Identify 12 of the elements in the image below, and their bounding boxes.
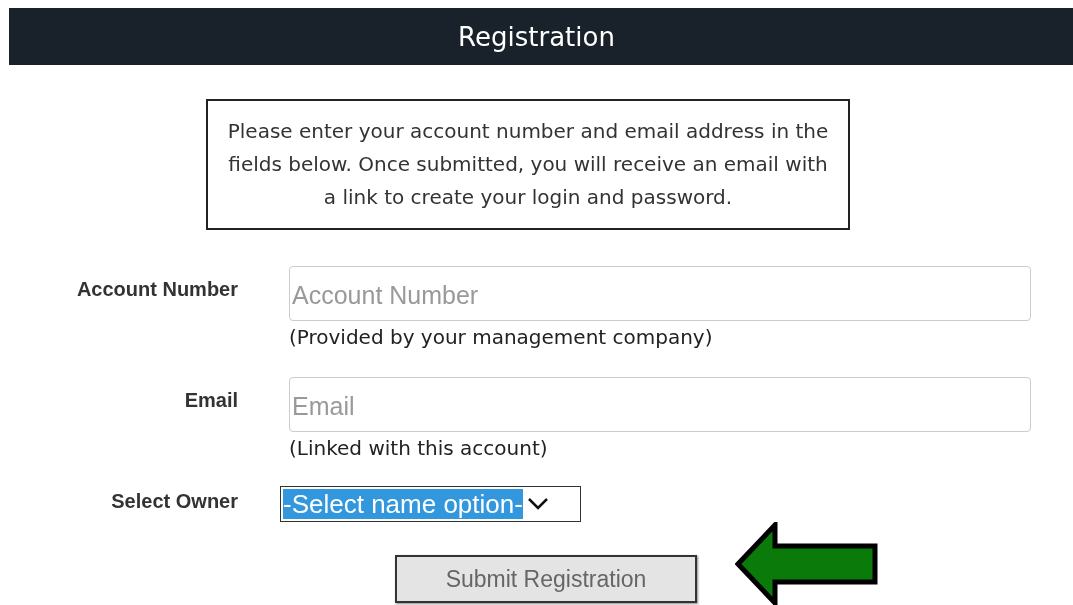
field-label: Select Owner — [110, 489, 238, 513]
field-label: Account Number — [75, 277, 238, 301]
header-bar: Registration — [9, 8, 1073, 65]
input-field[interactable]: Email — [289, 377, 1031, 432]
field-hint: (Provided by your management company) — [289, 325, 714, 349]
chevron-down-icon — [526, 497, 549, 511]
input-field[interactable]: Account Number — [289, 266, 1031, 321]
field-label: Email — [183, 388, 238, 412]
instructions-notice: Please enter your account number and email address in the fields below. Once submitted, you will receive an email with a link to create your login and password. — [206, 99, 850, 230]
field-hint: (Linked with this account) — [289, 436, 549, 460]
arrow-icon — [735, 522, 879, 605]
owner-dropdown[interactable]: -Select name option- — [280, 486, 581, 522]
